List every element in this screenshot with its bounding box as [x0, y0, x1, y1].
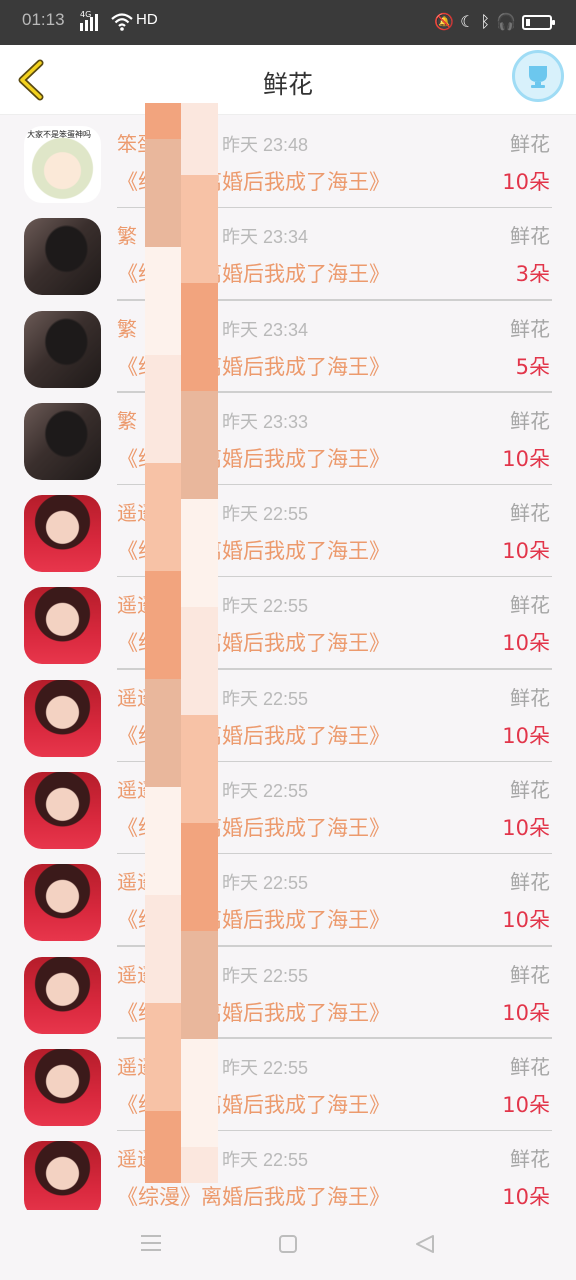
gift-time: 昨天 22:55 [222, 1057, 309, 1078]
status-icons: 🔕 ☾ ᛒ 🎧 [434, 12, 555, 32]
avatar[interactable] [24, 587, 101, 665]
avatar[interactable] [24, 772, 101, 850]
list-item[interactable]: 繁昨天 23:34 鲜花 《综漫》离婚后我成了海王》 5朵 [0, 301, 576, 393]
gift-time: 昨天 22:55 [222, 1150, 309, 1171]
gift-time: 昨天 22:55 [222, 781, 309, 802]
avatar[interactable] [24, 956, 101, 1034]
mute-icon: 🔕 [434, 12, 455, 31]
gift-time: 昨天 23:34 [222, 227, 309, 248]
gift-count: 10朵 [502, 446, 550, 471]
hd-label: HD [136, 11, 158, 28]
avatar[interactable] [24, 864, 101, 942]
gift-count: 10朵 [502, 1000, 550, 1025]
gift-time: 昨天 23:33 [222, 411, 309, 432]
list-item[interactable]: 遥遥 昨天 22:55 鲜花 《综漫》离婚后我成了海王》 10朵 [0, 1039, 576, 1132]
top-bar: 鲜花 [0, 45, 576, 115]
gift-count: 10朵 [502, 1185, 550, 1210]
back-triangle-icon[interactable] [414, 1234, 436, 1254]
gift-type: 鲜花 [510, 316, 550, 341]
gift-count: 10朵 [502, 631, 550, 656]
gift-count: 10朵 [502, 723, 550, 748]
gift-type: 鲜花 [510, 1147, 550, 1172]
status-time: 01:13 [22, 10, 65, 29]
gift-count: 10朵 [502, 1092, 550, 1117]
menu-icon[interactable] [141, 1235, 161, 1251]
avatar[interactable] [24, 310, 101, 388]
gift-count: 3朵 [515, 262, 550, 287]
list-item[interactable]: 遥遥 昨天 22:55 鲜花 《综漫》离婚后我成了海王》 10朵 [0, 670, 576, 763]
home-icon[interactable] [279, 1235, 297, 1253]
avatar[interactable] [24, 218, 101, 296]
gift-time: 昨天 22:55 [222, 596, 309, 617]
gift-time: 昨天 22:55 [222, 965, 309, 986]
page-title: 鲜花 [262, 70, 313, 99]
avatar[interactable] [24, 1141, 101, 1219]
battery-icon [522, 14, 555, 30]
gift-time: 昨天 22:55 [222, 873, 309, 894]
cup-button[interactable] [512, 50, 564, 102]
gift-type: 鲜花 [510, 962, 550, 987]
privacy-mosaic [145, 103, 218, 1205]
status-bar: 01:13 4G HD 🔕 ☾ ᛒ 🎧 [0, 0, 576, 45]
list-item[interactable]: 遥遥 昨天 22:55 鲜花 《综漫》离婚后我成了海王》 10朵 [0, 485, 576, 578]
gift-count: 10朵 [502, 170, 550, 194]
gift-type: 鲜花 [510, 132, 550, 156]
bluetooth-icon: ᛒ [480, 12, 491, 31]
list-item[interactable]: 遥遥 昨天 22:55 鲜花 《综漫》离婚后我成了海王》 10朵 [0, 947, 576, 1039]
list-item[interactable]: 遥遥 昨天 22:55 鲜花 《综漫》离婚后我成了海王》 10朵 [0, 577, 576, 670]
headphones-icon: 🎧 [496, 12, 516, 31]
gift-time: 昨天 23:34 [222, 319, 309, 340]
user-name[interactable]: 繁 [117, 405, 137, 434]
gift-type: 鲜花 [510, 501, 550, 526]
avatar-caption: 大家不是笨蛋神吗 [27, 130, 91, 139]
flower-record-list: 大家不是笨蛋神吗 笨蛋 昨天 23:48 鲜花 《综漫》离婚后我成了海王》 10朵繁昨天 … [0, 116, 576, 1224]
gift-type: 鲜花 [510, 224, 550, 249]
system-nav-bar [0, 1210, 576, 1280]
gift-type: 鲜花 [510, 778, 550, 803]
gift-count: 5朵 [515, 354, 550, 379]
user-name[interactable]: 繁 [117, 313, 137, 342]
list-item[interactable]: 大家不是笨蛋神吗 笨蛋 昨天 23:48 鲜花 《综漫》离婚后我成了海王》 10朵 [0, 116, 576, 209]
avatar[interactable] [24, 679, 101, 757]
gift-time: 昨天 22:55 [222, 504, 309, 525]
avatar[interactable] [24, 495, 101, 573]
gift-type: 鲜花 [510, 685, 550, 710]
cup-icon [529, 66, 547, 88]
wifi-icon [111, 13, 133, 31]
list-item[interactable]: 繁昨天 23:33 鲜花 《综漫》离婚后我成了海王》 10朵 [0, 393, 576, 486]
gift-time: 昨天 22:55 [222, 688, 309, 709]
gift-type: 鲜花 [510, 408, 550, 433]
list-item[interactable]: 繁昨天 23:34 鲜花 《综漫》离婚后我成了海王》 3朵 [0, 208, 576, 301]
avatar[interactable] [24, 1048, 101, 1126]
gift-type: 鲜花 [510, 870, 550, 895]
avatar[interactable] [24, 402, 101, 480]
avatar[interactable]: 大家不是笨蛋神吗 [24, 126, 101, 203]
gift-type: 鲜花 [510, 593, 550, 618]
gift-time: 昨天 23:48 [222, 135, 309, 155]
user-name[interactable]: 繁 [117, 220, 137, 249]
gift-count: 10朵 [502, 908, 550, 933]
list-item[interactable]: 遥遥 昨天 22:55 鲜花 《综漫》离婚后我成了海王》 10朵 [0, 854, 576, 947]
moon-icon: ☾ [460, 12, 475, 31]
gift-count: 10朵 [502, 539, 550, 564]
list-item[interactable]: 遥遥 昨天 22:55 鲜花 《综漫》离婚后我成了海王》 10朵 [0, 762, 576, 855]
gift-type: 鲜花 [510, 1054, 550, 1079]
gift-count: 10朵 [502, 816, 550, 841]
signal-icon: 4G [80, 10, 98, 31]
